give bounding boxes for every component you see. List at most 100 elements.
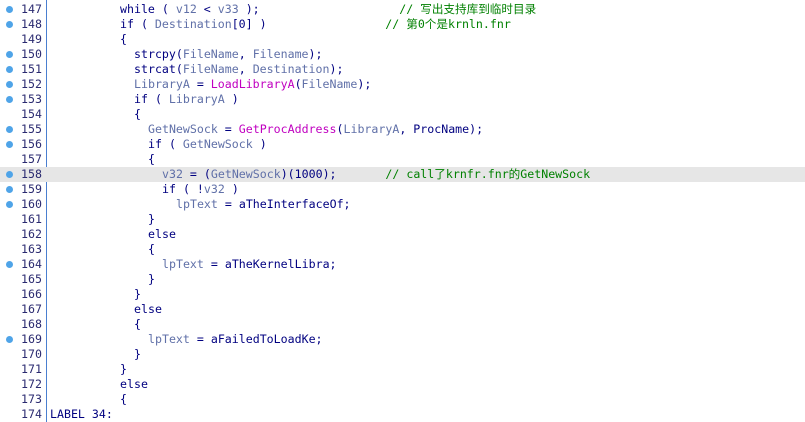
code-text: } bbox=[148, 212, 155, 227]
code-token: GetNewSock bbox=[182, 137, 253, 151]
code-line[interactable]: 174 LABEL 34: bbox=[0, 407, 805, 422]
code-line[interactable]: 152 LibraryA = LoadLibraryA(FileName); bbox=[0, 77, 805, 92]
code-text: { bbox=[120, 32, 127, 47]
code-token: { bbox=[134, 107, 141, 121]
code-line[interactable]: 156 if ( GetNewSock ) bbox=[0, 137, 805, 152]
code-line[interactable]: 166} bbox=[0, 287, 805, 302]
code-text: if ( LibraryA ) bbox=[134, 92, 239, 107]
code-token: GetNewSock bbox=[148, 122, 218, 136]
code-token: FileName bbox=[182, 62, 239, 76]
code-text: { bbox=[134, 107, 141, 122]
code-line[interactable]: 172 else bbox=[0, 377, 805, 392]
code-token: = ( bbox=[182, 167, 211, 181]
code-text: else bbox=[120, 377, 148, 392]
code-token: aFailedToLoadKe bbox=[210, 332, 316, 346]
code-line[interactable]: 157 { bbox=[0, 152, 805, 167]
code-line[interactable]: 160 lpText = aTheInterfaceOf; bbox=[0, 197, 805, 212]
code-line[interactable]: 169 lpText = aFailedToLoadKe; bbox=[0, 332, 805, 347]
code-text: if ( GetNewSock ) bbox=[148, 137, 267, 152]
code-text: { bbox=[148, 242, 155, 257]
line-number: 163 bbox=[21, 242, 42, 256]
code-token: ( bbox=[175, 47, 183, 61]
code-text: lpText = aTheKernelLibra; bbox=[162, 257, 337, 272]
code-line[interactable]: 173 { bbox=[0, 392, 805, 407]
code-line[interactable]: 159 if ( !v32 ) bbox=[0, 182, 805, 197]
code-text: { bbox=[120, 392, 127, 407]
code-token: Destination bbox=[252, 62, 330, 76]
code-token: { bbox=[120, 392, 127, 406]
code-token: ); bbox=[238, 2, 260, 16]
code-text: } bbox=[134, 287, 141, 302]
code-line[interactable]: 153 if ( LibraryA ) bbox=[0, 92, 805, 107]
code-text: } bbox=[134, 347, 141, 362]
code-token: , bbox=[238, 47, 253, 61]
code-token: LibraryA bbox=[343, 122, 400, 136]
code-token: ( bbox=[294, 77, 302, 91]
code-token: if bbox=[162, 182, 176, 196]
code-line[interactable]: 147 while ( v12 < v33 ); // 写出支持库到临时目录 bbox=[0, 2, 805, 17]
line-number: 158 bbox=[21, 167, 42, 181]
line-number: 169 bbox=[21, 332, 42, 346]
pseudocode-editor[interactable]: 147 while ( v12 < v33 ); // 写出支持库到临时目录 148… bbox=[0, 0, 805, 422]
code-token: { bbox=[148, 242, 155, 256]
code-line[interactable]: 163 { bbox=[0, 242, 805, 257]
line-number: 156 bbox=[21, 137, 42, 151]
code-token: ); bbox=[357, 77, 372, 91]
code-token: < bbox=[196, 2, 218, 16]
code-token: v33 bbox=[217, 2, 239, 16]
code-token: ) bbox=[224, 182, 239, 196]
code-token: GetProcAddress bbox=[238, 122, 337, 136]
code-line[interactable]: 158 v32 = (GetNewSock)(1000); // call了krn… bbox=[0, 167, 805, 182]
code-token: else bbox=[148, 227, 176, 241]
code-line[interactable]: 170} bbox=[0, 347, 805, 362]
code-token: else bbox=[134, 302, 162, 316]
code-token: } bbox=[134, 287, 141, 301]
code-token: [0] ) bbox=[231, 17, 267, 31]
code-token: while bbox=[120, 2, 155, 16]
code-token: = bbox=[203, 257, 225, 271]
code-token: , bbox=[238, 62, 253, 76]
code-token: ); bbox=[308, 47, 323, 61]
code-line[interactable]: 151 strcat(FileName, Destination); bbox=[0, 62, 805, 77]
code-text: { bbox=[148, 152, 155, 167]
code-token: ); bbox=[469, 122, 484, 136]
line-number: 170 bbox=[21, 347, 42, 361]
code-token: } bbox=[148, 212, 155, 226]
line-number: 173 bbox=[21, 392, 42, 406]
code-line[interactable]: 164 lpText = aTheKernelLibra; bbox=[0, 257, 805, 272]
code-token: ProcName bbox=[413, 122, 470, 136]
code-token: LibraryA bbox=[168, 92, 225, 106]
line-number: 172 bbox=[21, 377, 42, 391]
line-number: 149 bbox=[21, 32, 42, 46]
code-line[interactable]: 150 strcpy(FileName, Filename); bbox=[0, 47, 805, 62]
code-token: if bbox=[134, 92, 148, 106]
line-number: 155 bbox=[21, 122, 42, 136]
code-line[interactable]: 171} bbox=[0, 362, 805, 377]
code-line[interactable]: 148 if ( Destination[0] ) // 第0个是krnln.fn… bbox=[0, 17, 805, 32]
code-line[interactable]: 154 { bbox=[0, 107, 805, 122]
code-token: if bbox=[120, 17, 134, 31]
code-token: strcat bbox=[134, 62, 176, 76]
code-line[interactable]: 155 GetNewSock = GetProcAddress(LibraryA,… bbox=[0, 122, 805, 137]
code-comment: // call了krnfr.fnr的GetNewSock bbox=[385, 167, 591, 181]
line-number: 167 bbox=[21, 302, 42, 316]
code-line[interactable]: 162 else bbox=[0, 227, 805, 242]
line-number: 153 bbox=[21, 92, 42, 106]
code-token: Filename bbox=[252, 47, 309, 61]
code-text: { bbox=[134, 317, 141, 332]
line-number: 160 bbox=[21, 197, 42, 211]
line-number: 164 bbox=[21, 257, 42, 271]
code-token: { bbox=[148, 152, 155, 166]
code-token: ) bbox=[224, 92, 239, 106]
code-token: { bbox=[134, 317, 141, 331]
code-line[interactable]: 168 { bbox=[0, 317, 805, 332]
code-token: Destination bbox=[154, 17, 232, 31]
line-number: 148 bbox=[21, 17, 42, 31]
code-token: lpText bbox=[176, 197, 218, 211]
code-line[interactable]: 167 else bbox=[0, 302, 805, 317]
code-line[interactable]: 165} bbox=[0, 272, 805, 287]
code-line[interactable]: 149 { bbox=[0, 32, 805, 47]
line-number: 168 bbox=[21, 317, 42, 331]
code-line[interactable]: 161} bbox=[0, 212, 805, 227]
